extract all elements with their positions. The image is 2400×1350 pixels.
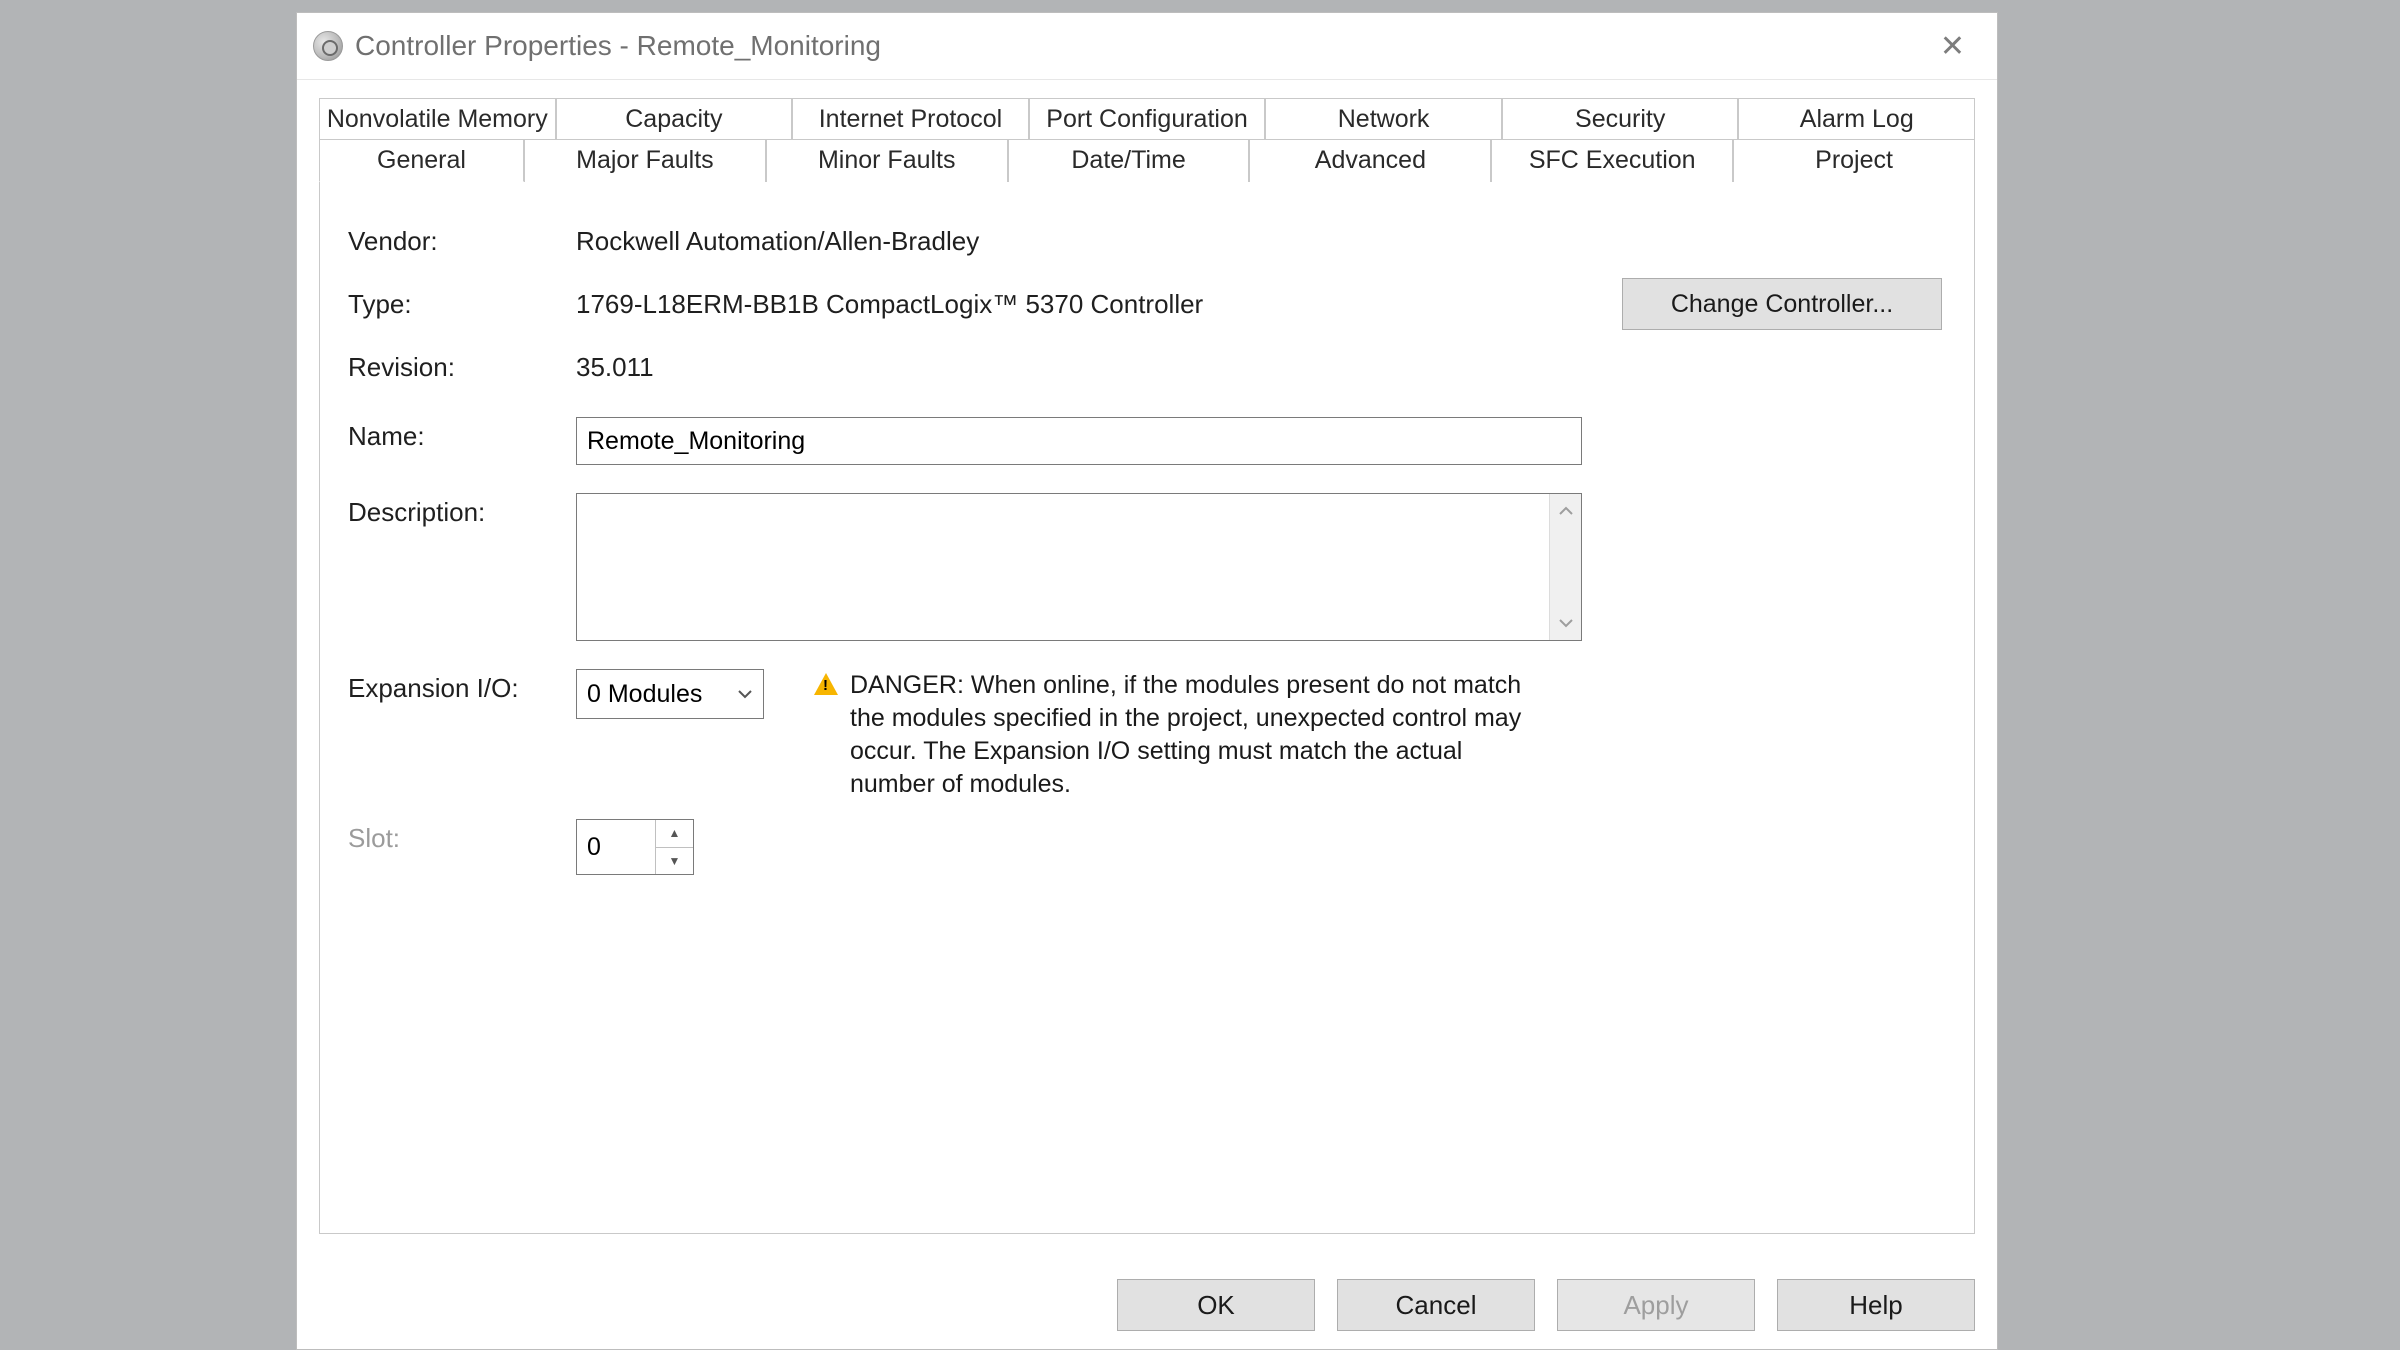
label-expansion-io: Expansion I/O: [348, 669, 576, 704]
tab-panel-general: Change Controller... Vendor: Rockwell Au… [319, 182, 1975, 1234]
tab-port-configuration[interactable]: Port Configuration [1029, 98, 1266, 140]
label-description: Description: [348, 493, 576, 528]
warning-row: DANGER: When online, if the modules pres… [814, 669, 1534, 801]
tab-alarm-log[interactable]: Alarm Log [1738, 98, 1975, 140]
slot-spin-up-icon[interactable]: ▲ [656, 820, 693, 848]
scroll-down-icon[interactable] [1553, 610, 1579, 636]
tab-general[interactable]: General [319, 139, 524, 182]
label-revision: Revision: [348, 348, 576, 383]
ok-button[interactable]: OK [1117, 1279, 1315, 1331]
change-controller-button[interactable]: Change Controller... [1622, 278, 1942, 330]
dialog-window: Controller Properties - Remote_Monitorin… [296, 12, 1998, 1350]
value-type: 1769-L18ERM-BB1B CompactLogix™ 5370 Cont… [576, 285, 1203, 320]
label-vendor: Vendor: [348, 222, 576, 257]
apply-button: Apply [1557, 1279, 1755, 1331]
row-description: Description: [348, 493, 1946, 641]
row-expansion-io: Expansion I/O: 0 Modules DANGER: When on… [348, 669, 1946, 801]
cancel-button[interactable]: Cancel [1337, 1279, 1535, 1331]
description-wrap [576, 493, 1582, 641]
warning-icon [814, 673, 838, 695]
scroll-up-icon[interactable] [1553, 498, 1579, 524]
tab-advanced[interactable]: Advanced [1249, 139, 1491, 182]
name-field[interactable] [576, 417, 1582, 465]
chevron-down-icon [737, 688, 753, 700]
label-type: Type: [348, 285, 576, 320]
description-scrollbar [1549, 494, 1581, 640]
app-icon [313, 31, 343, 61]
tab-sfc-execution[interactable]: SFC Execution [1491, 139, 1733, 182]
help-button[interactable]: Help [1777, 1279, 1975, 1331]
tab-internet-protocol[interactable]: Internet Protocol [792, 98, 1029, 140]
tab-network[interactable]: Network [1265, 98, 1502, 140]
tab-minor-faults[interactable]: Minor Faults [766, 139, 1008, 182]
window-title: Controller Properties - Remote_Monitorin… [355, 30, 881, 62]
row-slot: Slot: ▲ ▼ [348, 819, 1946, 875]
tab-capacity[interactable]: Capacity [556, 98, 793, 140]
row-name: Name: [348, 417, 1946, 465]
tab-security[interactable]: Security [1502, 98, 1739, 140]
slot-spin-buttons: ▲ ▼ [655, 820, 693, 874]
label-name: Name: [348, 417, 576, 452]
description-field[interactable] [577, 494, 1549, 640]
expansion-io-select[interactable]: 0 Modules [576, 669, 764, 719]
value-vendor: Rockwell Automation/Allen-Bradley [576, 222, 979, 257]
slot-stepper[interactable]: ▲ ▼ [576, 819, 694, 875]
slot-spin-down-icon[interactable]: ▼ [656, 848, 693, 875]
tab-date-time[interactable]: Date/Time [1008, 139, 1250, 182]
close-icon[interactable]: ✕ [1930, 23, 1975, 70]
titlebar: Controller Properties - Remote_Monitorin… [297, 13, 1997, 80]
tab-container: Nonvolatile Memory Capacity Internet Pro… [319, 98, 1975, 1234]
tab-row-front: General Major Faults Minor Faults Date/T… [319, 139, 1975, 182]
tab-major-faults[interactable]: Major Faults [524, 139, 766, 182]
tab-nonvolatile-memory[interactable]: Nonvolatile Memory [319, 98, 556, 140]
label-slot: Slot: [348, 819, 576, 854]
tab-project[interactable]: Project [1733, 139, 1975, 182]
tab-row-back: Nonvolatile Memory Capacity Internet Pro… [319, 98, 1975, 140]
expansion-io-value: 0 Modules [587, 680, 702, 709]
row-vendor: Vendor: Rockwell Automation/Allen-Bradle… [348, 222, 1946, 257]
slot-field[interactable] [577, 820, 655, 874]
warning-text: DANGER: When online, if the modules pres… [850, 669, 1534, 801]
row-revision: Revision: 35.011 [348, 348, 1946, 383]
value-revision: 35.011 [576, 348, 654, 383]
dialog-button-bar: OK Cancel Apply Help [1117, 1279, 1975, 1331]
